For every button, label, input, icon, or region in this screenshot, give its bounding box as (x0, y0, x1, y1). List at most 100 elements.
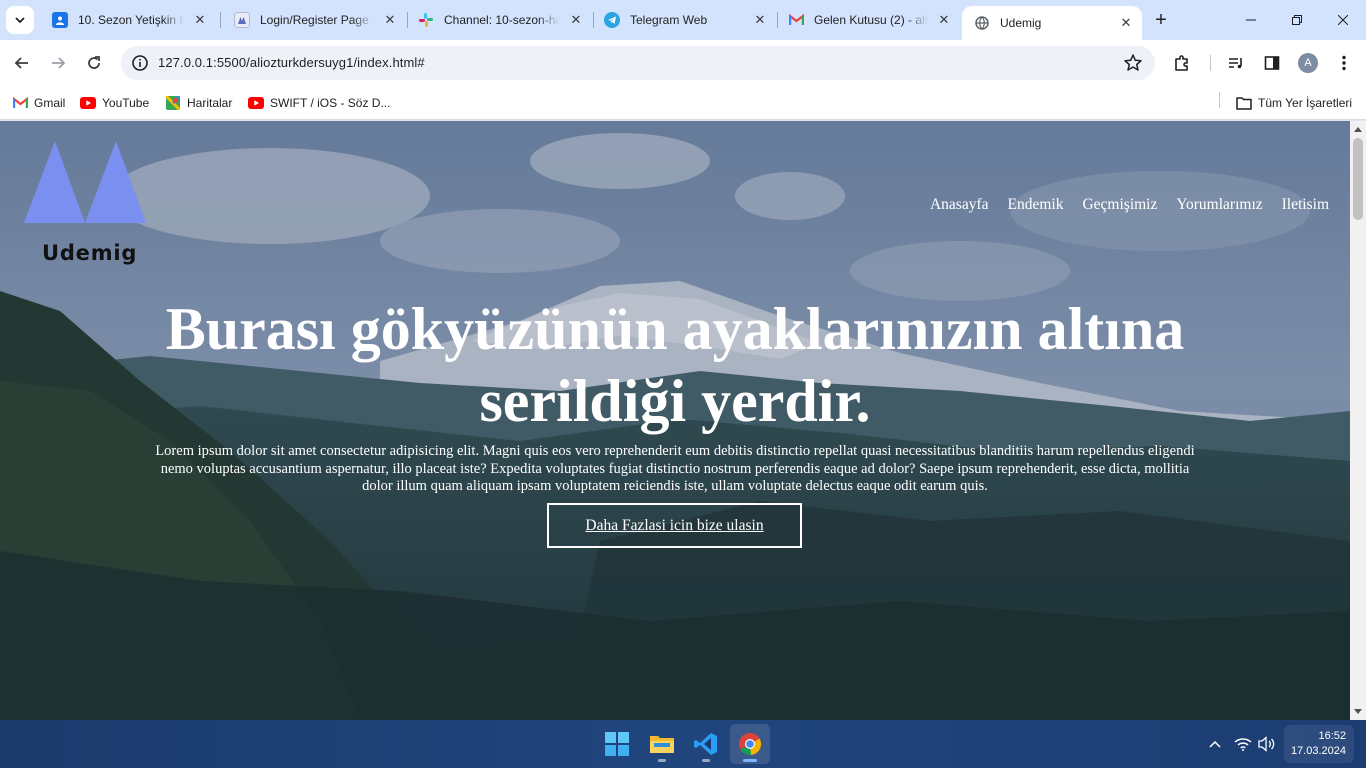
gmail-icon (788, 12, 804, 28)
show-hidden-icons-button[interactable] (1205, 734, 1225, 754)
browser-tab[interactable]: Channel: 10-sezon-ha ✕ (406, 5, 592, 35)
clock-date: 17.03.2024 (1290, 745, 1346, 757)
reload-button[interactable] (80, 49, 108, 77)
close-icon[interactable]: ✕ (936, 12, 952, 28)
minimize-icon (1246, 19, 1256, 21)
more-vertical-icon (1342, 55, 1346, 71)
info-icon[interactable] (131, 54, 149, 72)
nav-link-endemik[interactable]: Endemik (1008, 196, 1064, 214)
speaker-icon (1258, 736, 1275, 752)
arrow-left-icon (14, 57, 28, 69)
tab-title: Gelen Kutusu (2) - ali (814, 13, 928, 27)
youtube-icon (248, 95, 264, 111)
star-icon[interactable] (1123, 53, 1143, 73)
tab-strip: 10. Sezon Yetişkin Ha ✕ Login/Register P… (0, 0, 1366, 40)
extensions-button[interactable] (1168, 49, 1196, 77)
bookmarks-divider (1219, 92, 1220, 108)
menu-button[interactable] (1330, 49, 1358, 77)
scrollbar-thumb[interactable] (1353, 138, 1363, 220)
bookmark-label: YouTube (102, 96, 150, 110)
youtube-icon (80, 95, 96, 111)
bookmark-gmail[interactable]: Gmail (12, 93, 65, 113)
slack-icon (418, 12, 434, 28)
vscode-button[interactable] (686, 724, 726, 764)
close-icon[interactable]: ✕ (752, 12, 768, 28)
wifi-button[interactable] (1233, 734, 1253, 754)
running-indicator (743, 759, 757, 762)
close-window-button[interactable] (1320, 0, 1366, 40)
back-button[interactable] (8, 49, 36, 77)
bookmark-maps[interactable]: Haritalar (165, 93, 232, 113)
globe-icon (974, 15, 990, 31)
tab-title: 10. Sezon Yetişkin Ha (78, 13, 184, 27)
reload-icon (88, 56, 100, 69)
tab-search-button[interactable] (6, 6, 34, 34)
chrome-button[interactable] (730, 724, 770, 764)
url-text[interactable]: 127.0.0.1:5500/aliozturkdersuyg1/index.h… (158, 55, 425, 70)
tab-title: Channel: 10-sezon-ha (444, 13, 560, 27)
close-icon (1338, 15, 1348, 25)
folder-icon (1236, 95, 1252, 111)
volume-button[interactable] (1257, 734, 1277, 754)
page-scrollbar[interactable] (1350, 121, 1366, 720)
running-indicator (702, 759, 710, 762)
hero-paragraph: Lorem ipsum dolor sit amet consectetur a… (155, 443, 1195, 494)
side-panel-button[interactable] (1258, 49, 1286, 77)
udemig-logo[interactable] (24, 141, 146, 223)
file-explorer-button[interactable] (642, 724, 682, 764)
browser-tab[interactable]: Gelen Kutusu (2) - ali ✕ (776, 5, 960, 35)
start-button[interactable] (597, 724, 637, 764)
gmail-icon (12, 95, 28, 111)
bookmark-swift[interactable]: SWIFT / iOS - Söz D... (248, 93, 390, 113)
scroll-up-arrow[interactable] (1350, 121, 1366, 137)
profile-avatar[interactable]: A (1298, 53, 1318, 73)
page-viewport: Udemig Anasayfa Endemik Geçmişimiz Yorum… (0, 121, 1350, 720)
page-icon (234, 12, 250, 28)
windows-taskbar: 16:52 17.03.2024 (0, 720, 1366, 768)
media-button[interactable] (1222, 49, 1250, 77)
nav-link-yorumlarimiz[interactable]: Yorumlarımız (1176, 196, 1262, 214)
telegram-icon (604, 12, 620, 28)
all-bookmarks-label: Tüm Yer İşaretleri (1258, 96, 1353, 110)
close-icon[interactable]: ✕ (192, 12, 208, 28)
all-bookmarks-button[interactable]: Tüm Yer İşaretleri (1236, 93, 1352, 113)
browser-tab[interactable]: Login/Register Page | ✕ (222, 5, 406, 35)
classroom-icon (52, 12, 68, 28)
vscode-icon (694, 733, 717, 755)
system-clock[interactable]: 16:52 17.03.2024 (1284, 725, 1354, 763)
tab-title: Telegram Web (630, 13, 708, 27)
windows-icon (605, 732, 629, 756)
nav-link-gecmisimiz[interactable]: Geçmişimiz (1082, 196, 1157, 214)
browser-tab-active[interactable]: Udemig ✕ (962, 6, 1142, 40)
forward-button[interactable] (44, 49, 72, 77)
browser-tab[interactable]: Telegram Web ✕ (592, 5, 776, 35)
running-indicator (658, 759, 666, 762)
browser-tab[interactable]: 10. Sezon Yetişkin Ha ✕ (40, 5, 216, 35)
bookmark-label: Gmail (34, 96, 66, 110)
contact-cta-button[interactable]: Daha Fazlasi icin bize ulasin (547, 503, 802, 548)
chevron-up-icon (1209, 740, 1221, 748)
playlist-icon (1229, 58, 1242, 69)
triangle-up-icon (1354, 127, 1362, 132)
nav-link-anasayfa[interactable]: Anasayfa (930, 196, 989, 214)
bookmark-label: Haritalar (187, 96, 233, 110)
bookmark-youtube[interactable]: YouTube (80, 93, 149, 113)
close-icon[interactable]: ✕ (1118, 15, 1134, 31)
nav-link-iletisim[interactable]: Iletisim (1282, 196, 1329, 214)
tab-title: Login/Register Page | (260, 13, 374, 27)
restore-button[interactable] (1274, 0, 1320, 40)
scroll-down-arrow[interactable] (1350, 704, 1366, 720)
site-brand-name[interactable]: Udemig (42, 241, 137, 265)
minimize-button[interactable] (1228, 0, 1274, 40)
hero-title: Burası gökyüzünün ayaklarınızın altına s… (165, 296, 1185, 434)
address-bar[interactable]: 127.0.0.1:5500/aliozturkdersuyg1/index.h… (121, 46, 1155, 80)
close-icon[interactable]: ✕ (382, 12, 398, 28)
close-icon[interactable]: ✕ (568, 12, 584, 28)
restore-icon (1292, 15, 1302, 25)
bookmarks-bar: Gmail YouTube Haritalar SWIFT / iOS - Sö… (0, 86, 1366, 120)
folder-icon (650, 736, 674, 753)
puzzle-icon (1175, 55, 1188, 71)
new-tab-button[interactable]: + (1150, 9, 1172, 31)
toolbar-divider (1210, 55, 1211, 71)
main-nav: Anasayfa Endemik Geçmişimiz Yorumlarımız… (930, 196, 1329, 214)
